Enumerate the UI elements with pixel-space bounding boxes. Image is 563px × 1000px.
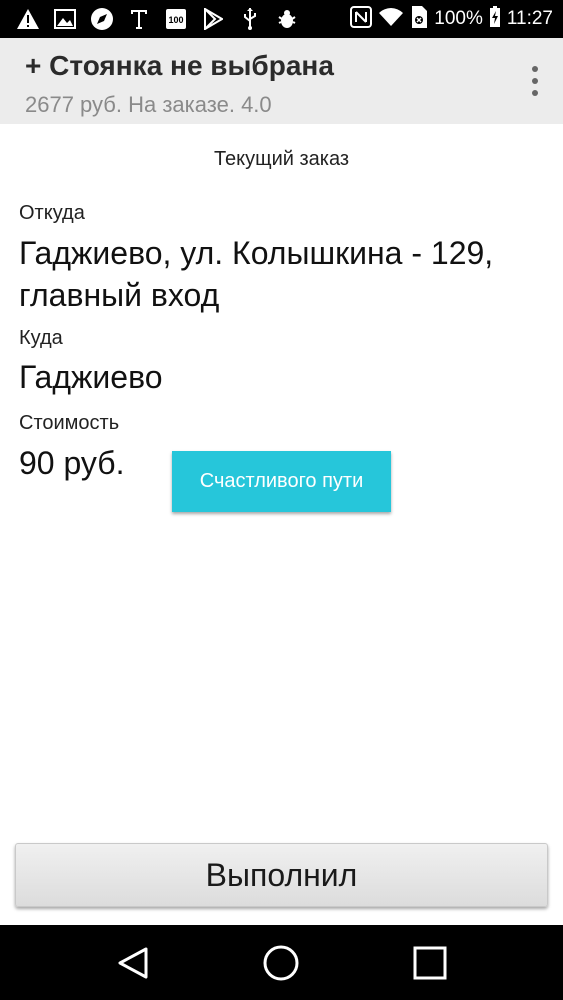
clock: 11:27 — [506, 8, 553, 29]
image-icon — [51, 0, 79, 38]
cost-label: Стоимость — [19, 412, 120, 434]
notification-icons: 100 — [0, 0, 310, 38]
cost-value: 90 руб. — [19, 445, 125, 481]
usb-icon — [236, 0, 264, 38]
warning-icon — [14, 0, 42, 38]
status-bar: 100 100% 11:27 — [0, 0, 563, 38]
app-subtitle: 2677 руб. На заказе. 4.0 — [25, 92, 272, 117]
battery-icon — [489, 5, 501, 33]
menu-dot — [532, 78, 538, 84]
menu-dot — [532, 66, 538, 72]
badge-100-icon: 100 — [162, 0, 190, 38]
section-title: Текущий заказ — [213, 148, 350, 170]
system-status: 100% 11:27 — [350, 0, 553, 38]
bug-icon — [273, 0, 301, 38]
nfc-icon — [350, 5, 373, 33]
from-label: Откуда — [19, 202, 85, 224]
back-icon[interactable] — [113, 943, 153, 983]
sim-off-icon — [410, 5, 428, 34]
done-button[interactable]: Выполнил — [15, 843, 548, 907]
from-value: Гаджиево, ул. Колышкина - 129, главный в… — [19, 235, 494, 313]
to-label: Куда — [19, 327, 63, 349]
to-value: Гаджиево — [19, 359, 163, 395]
bon-voyage-button[interactable]: Счастливого пути — [172, 451, 391, 512]
play-store-icon — [199, 0, 227, 38]
wifi-icon — [378, 7, 404, 32]
navigation-bar — [0, 925, 563, 1000]
text-icon — [125, 0, 153, 38]
more-vert-icon[interactable] — [529, 66, 541, 96]
menu-dot — [532, 90, 538, 96]
svg-text:100: 100 — [168, 15, 183, 25]
recents-icon[interactable] — [410, 943, 450, 983]
app-title[interactable]: + Стоянка не выбрана — [25, 50, 334, 82]
compass-icon — [88, 0, 116, 38]
battery-percent: 100% — [434, 8, 483, 29]
app-bar: + Стоянка не выбрана 2677 руб. На заказе… — [0, 38, 563, 124]
home-icon[interactable] — [261, 943, 301, 983]
